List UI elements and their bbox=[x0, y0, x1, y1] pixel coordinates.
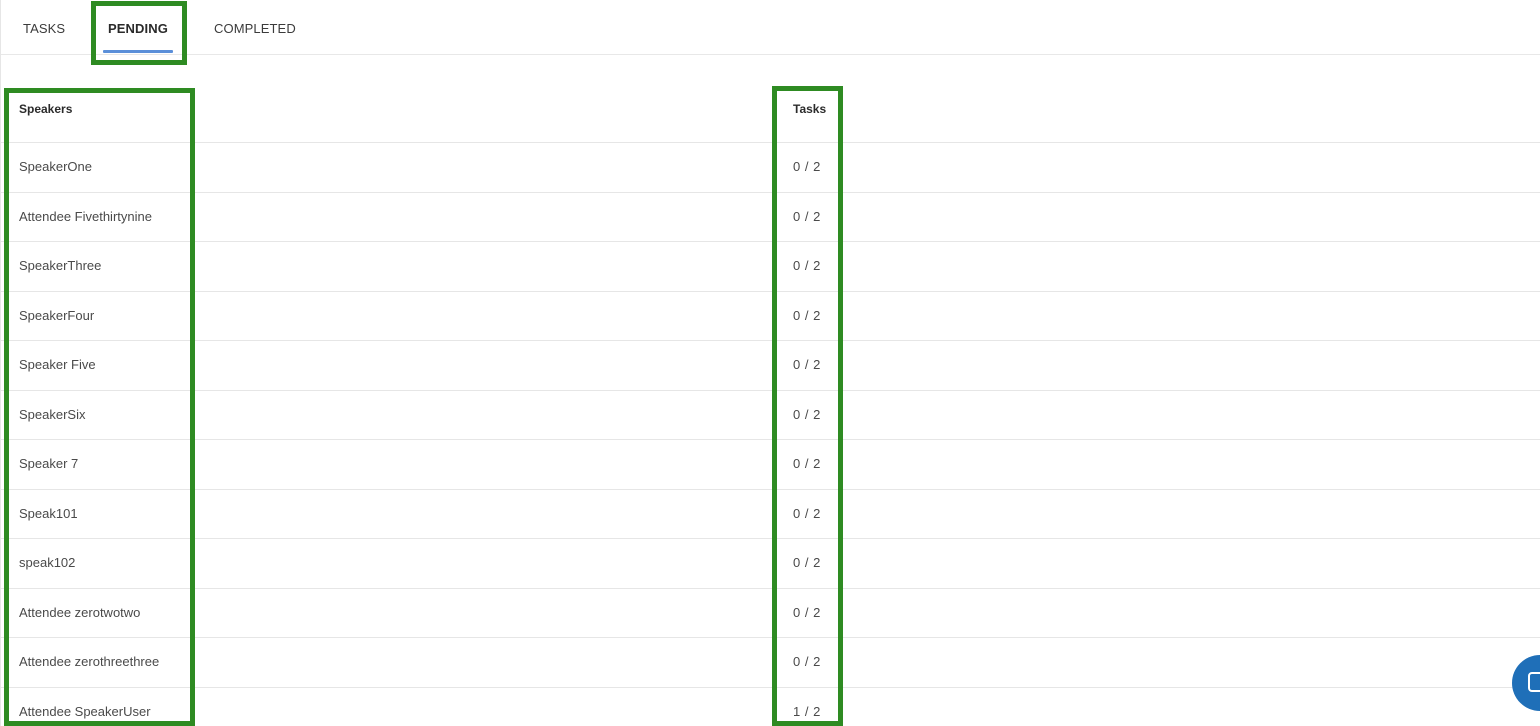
task-count: 0 / 2 bbox=[793, 505, 821, 521]
table-header: Speakers Tasks bbox=[1, 85, 1540, 143]
task-count: 0 / 2 bbox=[793, 208, 821, 224]
active-tab-indicator bbox=[103, 50, 173, 53]
chat-icon bbox=[1528, 672, 1540, 692]
tab-tasks[interactable]: TASKS bbox=[23, 0, 65, 55]
task-count: 1 / 2 bbox=[793, 703, 821, 719]
table-body: SpeakerOne 0 / 2 Attendee Fivethirtynine 0 … bbox=[1, 143, 1540, 726]
table-row[interactable]: Attendee Fivethirtynine 0 / 2 bbox=[1, 193, 1540, 242]
table-row[interactable]: SpeakerOne 0 / 2 bbox=[1, 143, 1540, 193]
task-count: 0 / 2 bbox=[793, 654, 821, 669]
task-count: 0 / 2 bbox=[793, 406, 821, 422]
speaker-name: SpeakerOne bbox=[19, 159, 92, 174]
speakers-column-header[interactable]: Speakers bbox=[19, 102, 72, 116]
task-count: 0 / 2 bbox=[793, 307, 821, 323]
speaker-name: Speaker Five bbox=[19, 357, 96, 372]
tab-completed[interactable]: COMPLETED bbox=[214, 0, 296, 55]
table-row[interactable]: Attendee zerothreethree 0 / 2 bbox=[1, 638, 1540, 688]
speaker-name: SpeakerThree bbox=[19, 258, 102, 273]
speaker-name: Speaker 7 bbox=[19, 456, 79, 471]
speaker-name: speak102 bbox=[19, 555, 76, 570]
table-row[interactable]: Speaker Five 0 / 2 bbox=[1, 341, 1540, 391]
page: TASKS PENDING COMPLETED Speakers Tasks S… bbox=[0, 0, 1540, 726]
table-row[interactable]: Attendee SpeakerUser 1 / 2 bbox=[1, 688, 1540, 726]
tab-bar: TASKS PENDING COMPLETED bbox=[1, 0, 1540, 55]
task-count: 0 / 2 bbox=[793, 159, 821, 174]
speaker-name: Speak101 bbox=[19, 505, 78, 521]
table-row[interactable]: speak102 0 / 2 bbox=[1, 539, 1540, 589]
table-row[interactable]: Attendee zerotwotwo 0 / 2 bbox=[1, 589, 1540, 638]
table-row[interactable]: Speak101 0 / 2 bbox=[1, 490, 1540, 539]
task-count: 0 / 2 bbox=[793, 357, 821, 372]
task-count: 0 / 2 bbox=[793, 456, 821, 471]
task-count: 0 / 2 bbox=[793, 604, 821, 620]
table-row[interactable]: SpeakerThree 0 / 2 bbox=[1, 242, 1540, 292]
speaker-name: Attendee zerotwotwo bbox=[19, 604, 141, 620]
table-row[interactable]: Speaker 7 0 / 2 bbox=[1, 440, 1540, 490]
speaker-name: Attendee zerothreethree bbox=[19, 654, 160, 669]
task-count: 0 / 2 bbox=[793, 258, 821, 273]
task-count: 0 / 2 bbox=[793, 555, 821, 570]
speaker-name: Attendee SpeakerUser bbox=[19, 703, 151, 719]
tasks-column-header[interactable]: Tasks bbox=[793, 102, 826, 116]
speakers-table: Speakers Tasks SpeakerOne 0 / 2 Attendee F… bbox=[1, 85, 1540, 726]
table-row[interactable]: SpeakerFour 0 / 2 bbox=[1, 292, 1540, 341]
speaker-name: Attendee Fivethirtynine bbox=[19, 208, 152, 224]
speaker-name: SpeakerFour bbox=[19, 307, 95, 323]
table-row[interactable]: SpeakerSix 0 / 2 bbox=[1, 391, 1540, 440]
speaker-name: SpeakerSix bbox=[19, 406, 86, 422]
tab-pending[interactable]: PENDING bbox=[108, 0, 168, 55]
